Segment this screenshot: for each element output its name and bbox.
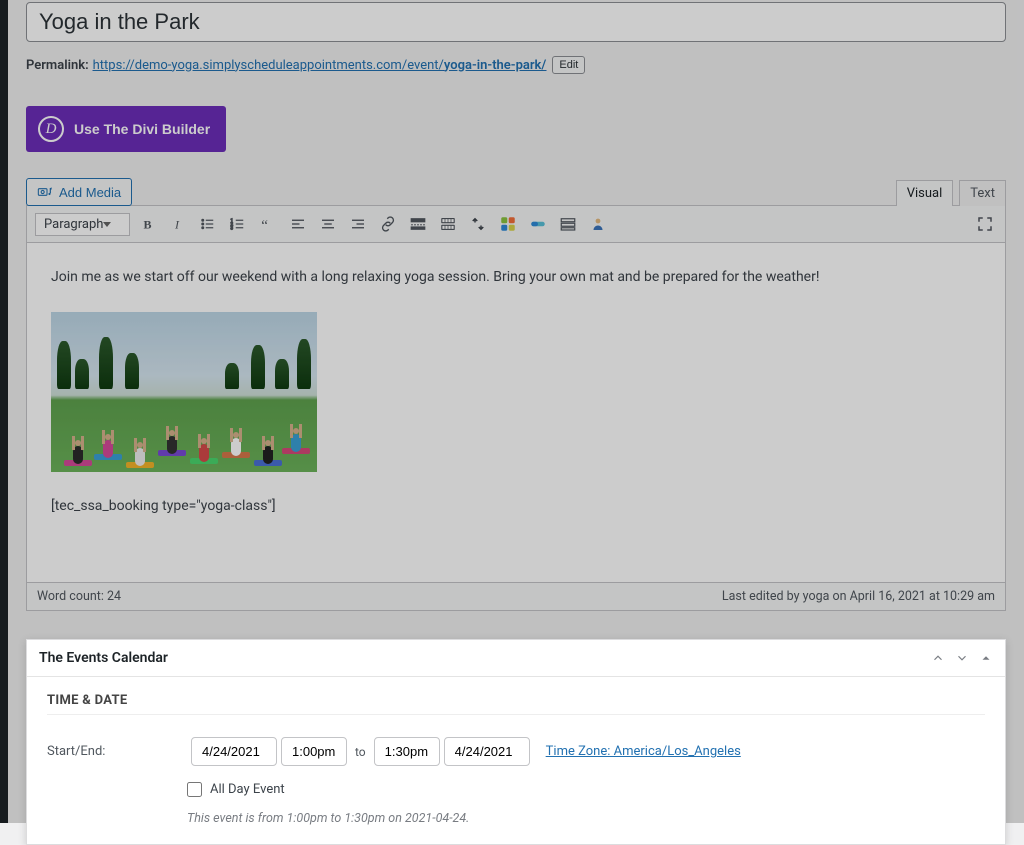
timezone-link[interactable]: Time Zone: America/Los_Angeles [546,744,741,759]
svg-text:3: 3 [231,225,234,231]
events-panel-title: The Events Calendar [39,650,168,666]
italic-button[interactable]: I [166,212,190,236]
all-day-label: All Day Event [210,782,285,797]
insert-author-icon[interactable] [586,212,610,236]
editor-mode-tabs: Visual Text [896,180,1006,206]
word-count: Word count: 24 [37,589,121,604]
insert-more-button[interactable] [406,212,430,236]
editor-image-yoga-park[interactable]: /* decorative only */ [51,312,317,472]
svg-text:“: “ [262,218,269,233]
fullscreen-button[interactable] [973,212,997,236]
toggle-arrows-icon[interactable] [466,212,490,236]
to-label: to [355,745,366,759]
all-day-row: All Day Event [187,782,985,797]
end-time-input[interactable] [374,737,440,766]
editor-shortcode: [tec_ssa_booking type="yoga-class"] [51,496,981,517]
align-left-button[interactable] [286,212,310,236]
insert-link-button[interactable] [376,212,400,236]
editor-content-area[interactable]: Join me as we start off our weekend with… [26,243,1006,583]
event-time-summary: This event is from 1:00pm to 1:30pm on 2… [187,811,985,826]
metabox-collapse-icon[interactable] [979,651,993,665]
editor-toolbar: Paragraph B I 123 “ [26,205,1006,243]
use-divi-builder-button[interactable]: D Use The Divi Builder [26,106,226,152]
bold-button[interactable]: B [136,212,160,236]
svg-text:I: I [174,218,180,232]
events-calendar-metabox: The Events Calendar TIME & DATE Start/En… [26,639,1006,845]
start-end-row: Start/End: to Time Zone: America/Los_Ang… [47,737,985,766]
tab-visual[interactable]: Visual [896,180,954,206]
start-date-input[interactable] [191,737,277,766]
metabox-up-icon[interactable] [931,651,945,665]
last-edited: Last edited by yoga on April 16, 2021 at… [722,589,995,604]
permalink-label: Permalink: [26,58,89,73]
camera-music-icon [37,184,53,200]
insert-divider-icon[interactable] [526,212,550,236]
block-format-value: Paragraph [44,217,103,232]
block-format-select[interactable]: Paragraph [35,213,130,236]
section-time-date: TIME & DATE [47,693,985,715]
divi-logo-icon: D [38,116,64,142]
insert-layout-icon[interactable] [556,212,580,236]
permalink-base: https://demo-yoga.simplyscheduleappointm… [93,58,444,73]
align-right-button[interactable] [346,212,370,236]
editor-status-bar: Word count: 24 Last edited by yoga on Ap… [26,583,1006,611]
edit-permalink-button[interactable]: Edit [552,56,585,74]
bullet-list-button[interactable] [196,212,220,236]
metabox-controls [931,651,993,665]
add-media-label: Add Media [59,185,121,200]
permalink-link[interactable]: https://demo-yoga.simplyscheduleappointm… [93,58,547,73]
end-date-input[interactable] [444,737,530,766]
add-media-button[interactable]: Add Media [26,178,132,206]
start-end-label: Start/End: [47,744,187,759]
caret-down-icon [103,222,111,227]
divi-button-label: Use The Divi Builder [74,121,210,137]
editor-paragraph: Join me as we start off our weekend with… [51,267,981,288]
all-day-checkbox[interactable] [187,782,202,797]
permalink-slug: yoga-in-the-park/ [444,58,546,73]
post-title-input[interactable] [26,2,1006,42]
toolbar-toggle-button[interactable] [436,212,460,236]
metabox-down-icon[interactable] [955,651,969,665]
svg-text:B: B [144,218,152,232]
permalink-row: Permalink: https://demo-yoga.simplysched… [26,56,1006,74]
align-center-button[interactable] [316,212,340,236]
numbered-list-button[interactable]: 123 [226,212,250,236]
wp-admin-menu-strip [0,0,8,823]
start-time-input[interactable] [281,737,347,766]
ssa-shortcode-grid-icon[interactable] [496,212,520,236]
blockquote-button[interactable]: “ [256,212,280,236]
tab-text[interactable]: Text [959,180,1006,206]
